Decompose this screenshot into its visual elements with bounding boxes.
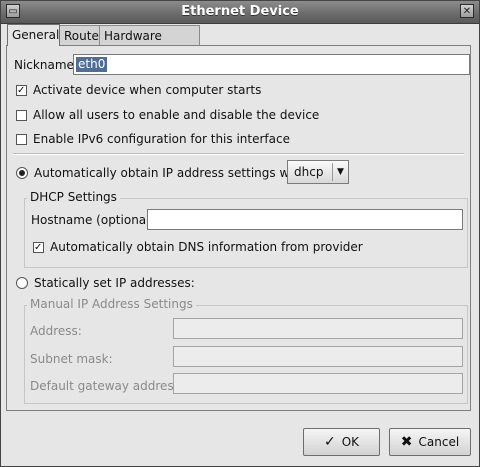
static-ip-label: Statically set IP addresses: [34,276,195,290]
auto-ip-label: Automatically obtain IP address settings… [34,166,309,180]
ethernet-device-dialog: ▭ Ethernet Device ✕ General Route Hardwa… [0,0,480,467]
hostname-label: Hostname (optional): [31,213,159,227]
gateway-label: Default gateway address: [30,379,184,393]
address-label: Address: [30,324,82,338]
hostname-field[interactable] [147,209,463,230]
tab-hardware-device[interactable]: Hardware Device [99,25,200,63]
auto-dns-option[interactable]: Automatically obtain DNS information fro… [33,240,363,254]
ip-method-value: dhcp [294,165,324,179]
auto-dns-label: Automatically obtain DNS information fro… [50,240,363,254]
activate-on-boot-label: Activate device when computer starts [33,83,262,97]
static-ip-option[interactable]: Statically set IP addresses: [16,276,195,290]
tab-route[interactable]: Route [59,25,100,45]
allow-users-label: Allow all users to enable and disable th… [33,108,320,122]
activate-on-boot-checkbox[interactable] [16,84,27,96]
subnet-mask-label: Subnet mask: [30,352,113,366]
chevron-down-icon: ▼ [331,163,348,181]
general-panel: Nickname: eth0 Activate device when comp… [6,45,471,411]
tab-general[interactable]: General [7,24,60,46]
ok-label: OK [341,435,360,449]
activate-on-boot-option[interactable]: Activate device when computer starts [16,83,261,97]
nickname-value: eth0 [76,57,108,72]
ip-method-dropdown[interactable]: dhcp ▼ [287,160,349,184]
enable-ipv6-checkbox[interactable] [16,133,27,145]
title-bar: ▭ Ethernet Device ✕ [1,1,479,24]
nickname-field[interactable]: eth0 [73,54,470,75]
cancel-label: Cancel [418,435,460,449]
separator [13,153,464,155]
nickname-label: Nickname: [14,58,78,72]
window-title: Ethernet Device [181,4,299,19]
cancel-button[interactable]: ✖ Cancel [389,428,471,456]
auto-ip-radio[interactable] [16,167,28,179]
ok-button[interactable]: ✓ OK [303,428,380,456]
manual-ip-title: Manual IP Address Settings [27,297,196,311]
checkmark-icon: ✓ [323,434,336,450]
cancel-icon: ✖ [400,434,413,450]
allow-users-checkbox[interactable] [16,109,27,121]
enable-ipv6-label: Enable IPv6 configuration for this inter… [33,132,290,146]
dhcp-settings-title: DHCP Settings [27,190,120,204]
gateway-field[interactable] [173,373,463,394]
auto-dns-checkbox[interactable] [33,241,44,253]
subnet-mask-field[interactable] [173,346,463,367]
auto-ip-option[interactable]: Automatically obtain IP address settings… [16,166,309,180]
allow-users-option[interactable]: Allow all users to enable and disable th… [16,108,319,122]
close-icon[interactable]: ✕ [460,4,474,18]
enable-ipv6-option[interactable]: Enable IPv6 configuration for this inter… [16,132,290,146]
static-ip-radio[interactable] [16,277,28,289]
address-field[interactable] [173,318,463,339]
